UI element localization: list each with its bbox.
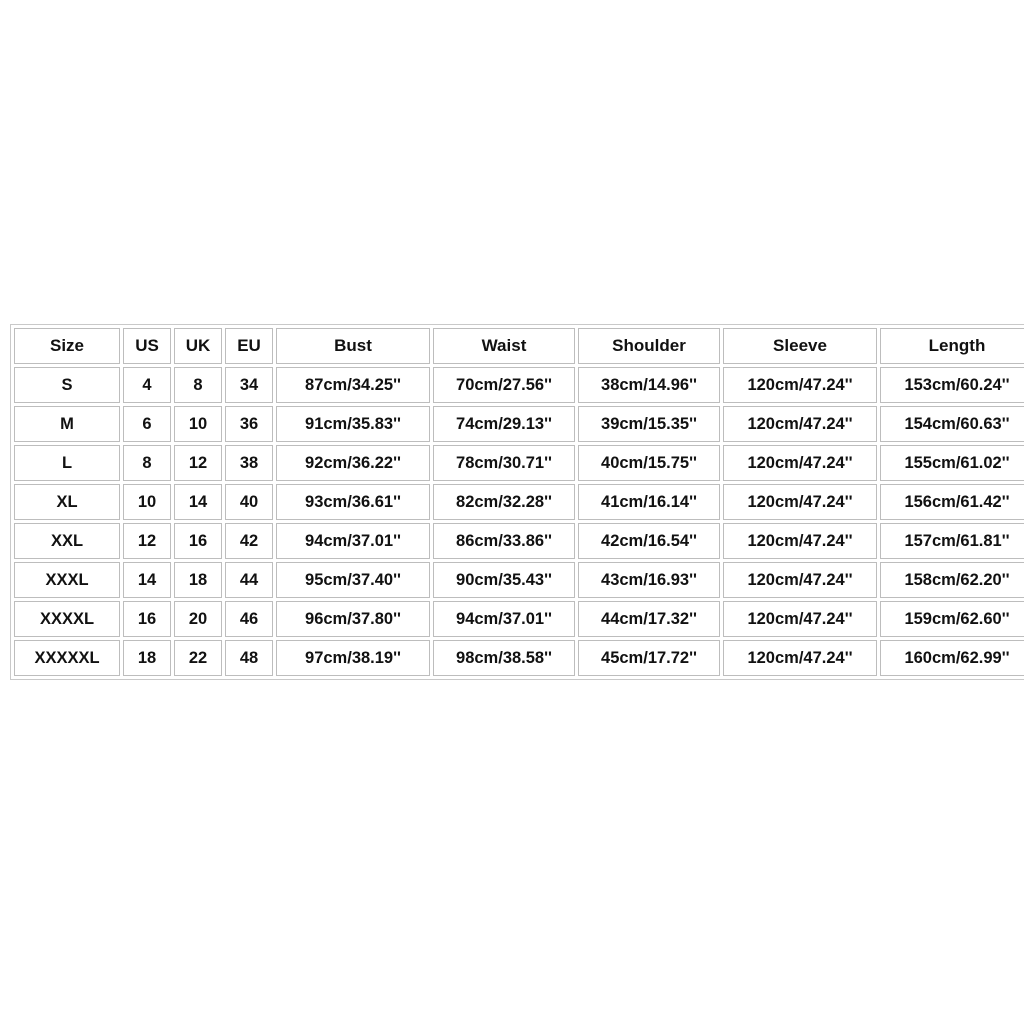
cell-sleeve: 120cm/47.24'' (723, 406, 877, 442)
size-chart-table: Size US UK EU Bust Waist Shoulder Sleeve Length … (10, 324, 1024, 680)
table-row: S 4 8 34 87cm/34.25'' 70cm/27.56'' 38cm/14.96'… (14, 367, 1024, 403)
cell-us: 4 (123, 367, 171, 403)
cell-size-label: L (14, 445, 120, 481)
cell-shoulder: 45cm/17.72'' (578, 640, 720, 676)
cell-bust: 94cm/37.01'' (276, 523, 430, 559)
cell-shoulder: 43cm/16.93'' (578, 562, 720, 598)
cell-shoulder: 38cm/14.96'' (578, 367, 720, 403)
cell-eu: 44 (225, 562, 273, 598)
column-header-sleeve: Sleeve (723, 328, 877, 364)
cell-bust: 87cm/34.25'' (276, 367, 430, 403)
size-chart-body: S 4 8 34 87cm/34.25'' 70cm/27.56'' 38cm/14.96'… (14, 367, 1024, 676)
table-row: XXL 12 16 42 94cm/37.01'' 86cm/33.86'' 42cm/16… (14, 523, 1024, 559)
cell-sleeve: 120cm/47.24'' (723, 523, 877, 559)
cell-sleeve: 120cm/47.24'' (723, 601, 877, 637)
cell-us: 12 (123, 523, 171, 559)
table-header-row: Size US UK EU Bust Waist Shoulder Sleeve Length (14, 328, 1024, 364)
cell-waist: 86cm/33.86'' (433, 523, 575, 559)
cell-shoulder: 41cm/16.14'' (578, 484, 720, 520)
cell-uk: 14 (174, 484, 222, 520)
column-header-us: US (123, 328, 171, 364)
cell-uk: 16 (174, 523, 222, 559)
cell-sleeve: 120cm/47.24'' (723, 445, 877, 481)
cell-size-label: XXXL (14, 562, 120, 598)
cell-size-label: XXXXL (14, 601, 120, 637)
page-canvas: Size US UK EU Bust Waist Shoulder Sleeve Length … (0, 0, 1024, 1024)
cell-us: 8 (123, 445, 171, 481)
cell-us: 6 (123, 406, 171, 442)
cell-uk: 20 (174, 601, 222, 637)
column-header-eu: EU (225, 328, 273, 364)
cell-uk: 12 (174, 445, 222, 481)
cell-waist: 70cm/27.56'' (433, 367, 575, 403)
table-row: XXXL 14 18 44 95cm/37.40'' 90cm/35.43'' 43cm/1… (14, 562, 1024, 598)
cell-bust: 96cm/37.80'' (276, 601, 430, 637)
cell-shoulder: 42cm/16.54'' (578, 523, 720, 559)
cell-shoulder: 40cm/15.75'' (578, 445, 720, 481)
cell-size-label: M (14, 406, 120, 442)
cell-waist: 78cm/30.71'' (433, 445, 575, 481)
column-header-bust: Bust (276, 328, 430, 364)
cell-length: 160cm/62.99'' (880, 640, 1024, 676)
cell-length: 155cm/61.02'' (880, 445, 1024, 481)
cell-us: 18 (123, 640, 171, 676)
cell-waist: 90cm/35.43'' (433, 562, 575, 598)
table-row: XL 10 14 40 93cm/36.61'' 82cm/32.28'' 41cm/16.… (14, 484, 1024, 520)
column-header-size: Size (14, 328, 120, 364)
cell-size-label: XXL (14, 523, 120, 559)
cell-waist: 94cm/37.01'' (433, 601, 575, 637)
cell-bust: 91cm/35.83'' (276, 406, 430, 442)
size-chart-container: Size US UK EU Bust Waist Shoulder Sleeve Length … (10, 324, 1024, 680)
column-header-uk: UK (174, 328, 222, 364)
cell-uk: 18 (174, 562, 222, 598)
cell-length: 158cm/62.20'' (880, 562, 1024, 598)
cell-us: 10 (123, 484, 171, 520)
column-header-shoulder: Shoulder (578, 328, 720, 364)
cell-eu: 36 (225, 406, 273, 442)
cell-length: 154cm/60.63'' (880, 406, 1024, 442)
cell-shoulder: 44cm/17.32'' (578, 601, 720, 637)
cell-bust: 92cm/36.22'' (276, 445, 430, 481)
cell-uk: 10 (174, 406, 222, 442)
size-chart-head: Size US UK EU Bust Waist Shoulder Sleeve Length (14, 328, 1024, 364)
cell-eu: 38 (225, 445, 273, 481)
column-header-length: Length (880, 328, 1024, 364)
cell-waist: 82cm/32.28'' (433, 484, 575, 520)
cell-eu: 34 (225, 367, 273, 403)
cell-bust: 95cm/37.40'' (276, 562, 430, 598)
cell-us: 16 (123, 601, 171, 637)
table-row: M 6 10 36 91cm/35.83'' 74cm/29.13'' 39cm/15.35… (14, 406, 1024, 442)
cell-length: 156cm/61.42'' (880, 484, 1024, 520)
cell-sleeve: 120cm/47.24'' (723, 640, 877, 676)
table-row: L 8 12 38 92cm/36.22'' 78cm/30.71'' 40cm/15.75… (14, 445, 1024, 481)
cell-length: 153cm/60.24'' (880, 367, 1024, 403)
column-header-waist: Waist (433, 328, 575, 364)
cell-uk: 8 (174, 367, 222, 403)
cell-eu: 40 (225, 484, 273, 520)
cell-sleeve: 120cm/47.24'' (723, 367, 877, 403)
table-row: XXXXXL 18 22 48 97cm/38.19'' 98cm/38.58'' 45cm… (14, 640, 1024, 676)
cell-bust: 97cm/38.19'' (276, 640, 430, 676)
cell-sleeve: 120cm/47.24'' (723, 484, 877, 520)
cell-size-label: XXXXXL (14, 640, 120, 676)
cell-size-label: S (14, 367, 120, 403)
cell-bust: 93cm/36.61'' (276, 484, 430, 520)
cell-waist: 74cm/29.13'' (433, 406, 575, 442)
cell-length: 159cm/62.60'' (880, 601, 1024, 637)
cell-length: 157cm/61.81'' (880, 523, 1024, 559)
cell-sleeve: 120cm/47.24'' (723, 562, 877, 598)
cell-eu: 48 (225, 640, 273, 676)
cell-eu: 46 (225, 601, 273, 637)
cell-shoulder: 39cm/15.35'' (578, 406, 720, 442)
cell-eu: 42 (225, 523, 273, 559)
cell-uk: 22 (174, 640, 222, 676)
table-row: XXXXL 16 20 46 96cm/37.80'' 94cm/37.01'' 44cm/… (14, 601, 1024, 637)
cell-us: 14 (123, 562, 171, 598)
cell-size-label: XL (14, 484, 120, 520)
cell-waist: 98cm/38.58'' (433, 640, 575, 676)
